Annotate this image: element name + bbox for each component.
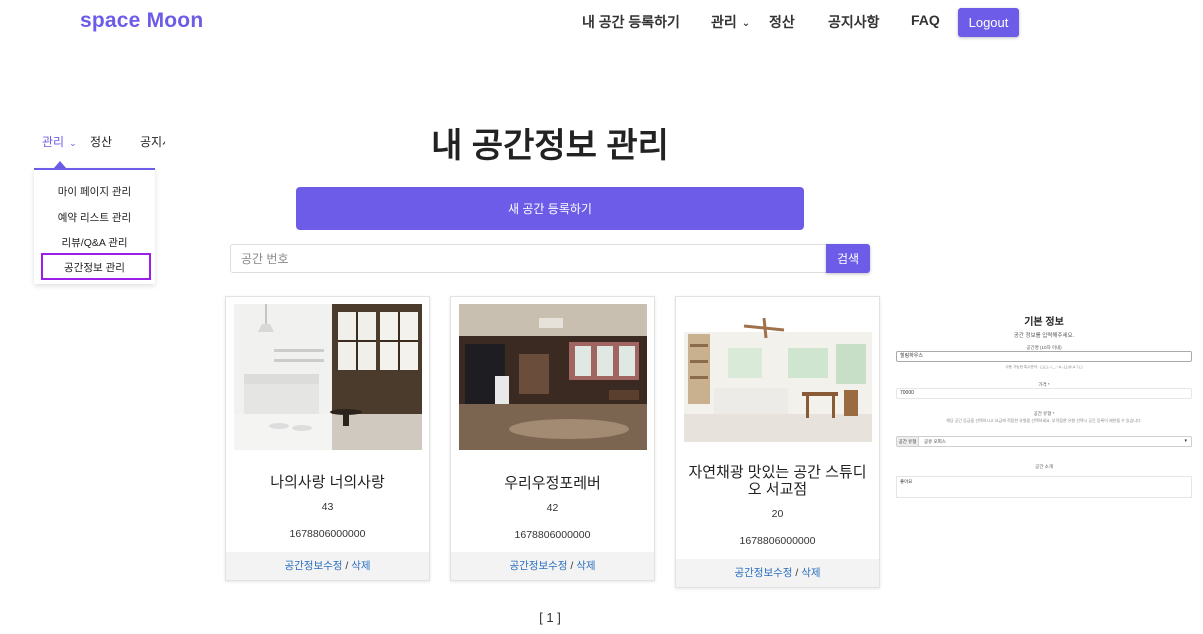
price-field[interactable]: 70000 [896, 388, 1192, 399]
delete-space-link[interactable]: 삭제 [801, 567, 820, 579]
nav-manage-label: 관리 [711, 14, 737, 30]
edit-space-link[interactable]: 공간정보수정 [284, 560, 342, 572]
space-type-select-value: 공유 오피스 [924, 439, 946, 444]
nav-register-space[interactable]: 내 공간 등록하기 [582, 12, 680, 32]
nav-notice[interactable]: 공지사항 [828, 12, 880, 32]
separator: / [342, 560, 352, 572]
nav-faq[interactable]: FAQ [911, 12, 940, 28]
nav-manage[interactable]: 관리 ⌄ [711, 12, 750, 32]
space-type-select-label: 공간 유형 [897, 437, 919, 446]
space-contact: 1678806000000 [289, 528, 366, 540]
edit-space-link[interactable]: 공간정보수정 [509, 560, 567, 572]
new-space-button[interactable]: 새 공간 등록하기 [296, 187, 804, 230]
space-photo [459, 304, 647, 450]
space-name: 나의사랑 너의사랑 [270, 474, 385, 491]
chevron-down-icon: ▾ [1184, 438, 1187, 444]
space-id: 42 [546, 502, 559, 514]
space-photo [684, 304, 872, 442]
space-id: 43 [321, 501, 334, 513]
space-name-hint: 사용 가능한 특수문자 : (,),[,],-,/,_,~,&,:,[,],@,… [1005, 365, 1083, 369]
logout-button[interactable]: Logout [958, 8, 1019, 37]
search-button[interactable]: 검색 [826, 244, 870, 273]
form-subtitle: 공간 정보를 입력해주세요. [1013, 333, 1075, 339]
chevron-down-icon: ⌄ [741, 18, 751, 29]
edit-space-link[interactable]: 공간정보수정 [734, 567, 792, 579]
dropdown-item-reviews[interactable]: 리뷰/Q&A 관리 [34, 235, 155, 250]
intro-textarea[interactable]: 좋아요 [896, 476, 1192, 498]
card-actions: 공간정보수정 / 삭제 [451, 552, 654, 580]
card-actions: 공간정보수정 / 삭제 [226, 552, 429, 580]
form-title: 기본 정보 [1024, 317, 1064, 328]
delete-space-link[interactable]: 삭제 [576, 560, 595, 572]
space-name: 자연채광 맛있는 공간 스튜디오 서교점 [688, 464, 867, 498]
selected-item-highlight [41, 253, 151, 280]
intro-label: 공간 소개 [1035, 464, 1053, 469]
space-contact: 1678806000000 [739, 535, 816, 547]
space-contact: 1678806000000 [514, 529, 591, 541]
dropdown-item-reservations[interactable]: 예약 리스트 관리 [34, 210, 155, 225]
space-type-label: 공간 유형 * [1033, 411, 1055, 416]
brand-logo[interactable]: space Moon [80, 9, 203, 33]
separator: / [567, 560, 577, 572]
space-name: 우리우정포레버 [504, 475, 601, 492]
pagination[interactable]: [ 1 ] [0, 610, 1100, 625]
page-title: 내 공간정보 관리 [431, 127, 669, 165]
card-actions: 공간정보수정 / 삭제 [676, 559, 879, 587]
space-number-search-input[interactable] [230, 244, 827, 273]
space-type-select[interactable]: 공간 유형 공유 오피스 ▾ [896, 436, 1192, 447]
space-card: 자연채광 맛있는 공간 스튜디오 서교점 20 1678806000000 공간… [675, 296, 880, 588]
space-id: 20 [771, 508, 784, 520]
space-card: 나의사랑 너의사랑 43 1678806000000 공간정보수정 / 삭제 [225, 296, 430, 581]
dropdown-item-mypage[interactable]: 마이 페이지 관리 [34, 184, 155, 199]
space-card: 우리우정포레버 42 1678806000000 공간정보수정 / 삭제 [450, 296, 655, 581]
space-photo [234, 304, 422, 450]
space-name-field[interactable]: 힐링하우스 [896, 351, 1192, 362]
nav-settle[interactable]: 정산 [769, 12, 795, 32]
delete-space-link[interactable]: 삭제 [351, 560, 370, 572]
space-type-hint: 해당 공간 등급을 선택하시고 요금에 적합한 유형을 선택하세요. 부적합한 … [946, 418, 1142, 423]
separator: / [792, 567, 802, 579]
